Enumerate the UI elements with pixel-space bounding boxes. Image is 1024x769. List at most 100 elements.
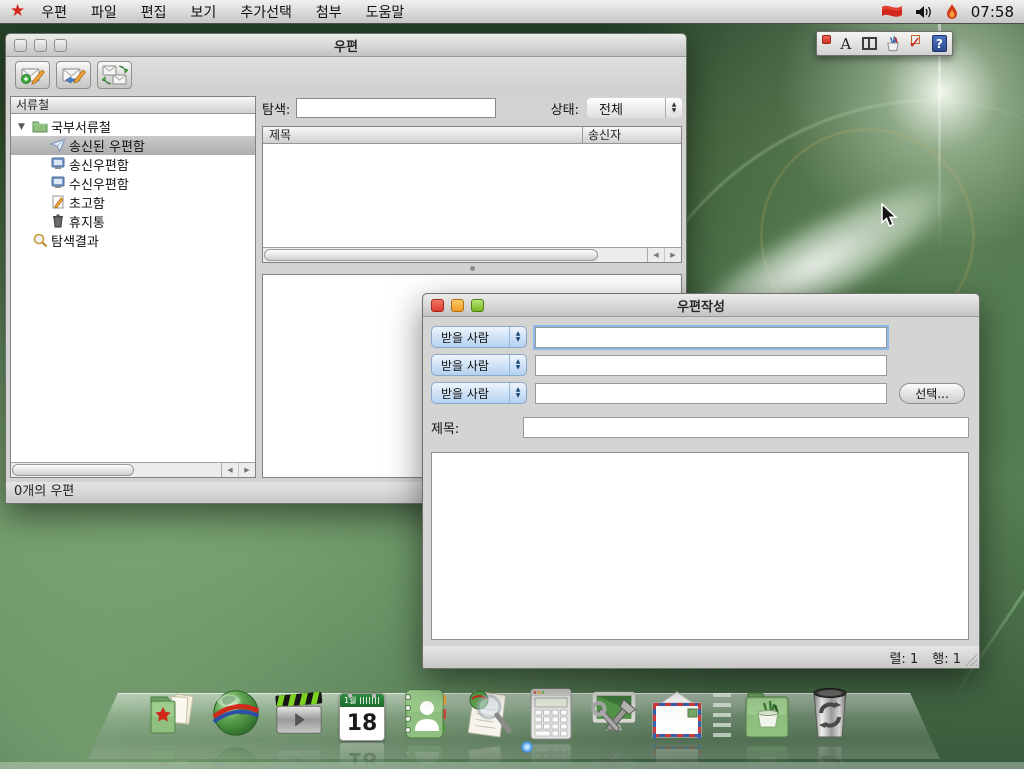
send-receive-button[interactable] — [97, 61, 132, 89]
subject-row: 제목: — [431, 416, 969, 438]
file-manager-icon[interactable] — [146, 685, 200, 741]
recipient-input-3[interactable] — [535, 383, 887, 404]
help-icon[interactable]: ? — [932, 35, 947, 52]
tree-item-label: 수신우편함 — [69, 174, 129, 193]
reply-mail-button[interactable] — [56, 61, 91, 89]
compose-body-textarea[interactable] — [431, 452, 969, 640]
recipient-type-value: 받을 사람 — [432, 357, 509, 374]
zoom-button[interactable] — [471, 299, 484, 312]
system-tray: 07:58 — [881, 3, 1014, 21]
sidebar-horizontal-scrollbar[interactable]: ◀ ▶ — [11, 462, 255, 477]
menu-help[interactable]: 도움말 — [366, 2, 405, 22]
dock-separator — [713, 693, 731, 741]
row-position: 행: 1 — [932, 648, 961, 667]
compose-mail-button[interactable] — [15, 61, 50, 89]
disclosure-triangle-icon[interactable]: ▼ — [18, 122, 32, 132]
popup-stepper-icon: ▲▼ — [665, 98, 682, 118]
menu-bar: ★ 우편 파일 편집 보기 추가선택 첨부 도움말 07:58 — [0, 0, 1024, 24]
subject-input[interactable] — [523, 417, 969, 438]
recipient-input-2[interactable] — [535, 355, 887, 376]
font-icon[interactable]: A — [838, 35, 854, 53]
red-star-menu-icon[interactable]: ★ — [10, 3, 25, 20]
tree-item-inbox[interactable]: 수신우편함 — [11, 174, 255, 193]
popup-stepper-icon: ▲▼ — [509, 383, 526, 403]
palette-close-button[interactable] — [822, 35, 831, 44]
tree-item-trash[interactable]: 휴지통 — [11, 212, 255, 231]
message-list: 제목 송신자 ◀ ▶ — [262, 126, 682, 263]
menu-attach[interactable]: 첨부 — [316, 2, 342, 22]
status-popup[interactable]: 전체 ▲▼ — [587, 98, 682, 118]
menu-options[interactable]: 추가선택 — [240, 2, 292, 22]
send-receive-icon — [102, 64, 128, 86]
calendar-day: 18 — [340, 707, 384, 740]
calculator-icon[interactable] — [524, 685, 578, 741]
menu-edit[interactable]: 편집 — [141, 2, 167, 22]
search-input[interactable] — [296, 98, 496, 118]
trash-icon[interactable] — [803, 685, 857, 741]
search-label: 탐색: — [262, 99, 290, 118]
recipient-type-popup[interactable]: 받을 사람 ▲▼ — [431, 382, 527, 404]
tree-item-local-folders[interactable]: ▼ 국부서류철 — [11, 117, 255, 136]
minimize-button[interactable] — [34, 39, 47, 52]
address-book-icon[interactable] — [398, 685, 452, 741]
recipient-input-1[interactable] — [535, 327, 887, 348]
select-recipient-button[interactable]: 선택... — [899, 383, 965, 404]
recipient-type-value: 받을 사람 — [432, 385, 509, 402]
calendar-icon[interactable]: 1월 18 — [335, 685, 389, 741]
menu-mail[interactable]: 우편 — [41, 2, 67, 22]
tools-palette-window: A ✓ ? — [816, 31, 953, 56]
close-button[interactable] — [431, 299, 444, 312]
column-position: 렬: 1 — [889, 648, 918, 667]
volume-icon[interactable] — [915, 5, 933, 19]
menu-view[interactable]: 보기 — [191, 2, 217, 22]
system-tools-icon[interactable] — [587, 685, 641, 741]
document-search-icon[interactable] — [461, 685, 515, 741]
message-list-body[interactable] — [263, 144, 681, 247]
tree-item-label: 국부서류철 — [51, 117, 111, 136]
recipient-type-popup[interactable]: 받을 사람 ▲▼ — [431, 326, 527, 348]
column-header-sender[interactable]: 송신자 — [583, 127, 681, 143]
mail-dock-icon[interactable] — [650, 685, 704, 741]
mail-titlebar[interactable]: 우편 — [6, 34, 686, 57]
utilities-icon[interactable] — [740, 685, 794, 741]
message-list-header: 제목 송신자 — [263, 127, 681, 144]
spellcheck-icon[interactable]: ✓ — [908, 35, 924, 53]
resize-grip[interactable] — [965, 654, 977, 666]
sidebar-header: 서류철 — [11, 97, 255, 114]
scroll-right-arrow[interactable]: ▶ — [238, 463, 255, 477]
tree-item-search-results[interactable]: 탐색결과 — [11, 231, 255, 250]
close-button[interactable] — [14, 39, 27, 52]
recipient-row-1: 받을 사람 ▲▼ — [431, 326, 969, 348]
compose-titlebar[interactable]: 우편작성 — [423, 294, 979, 317]
window-title: 우편작성 — [423, 296, 979, 315]
compose-form: 받을 사람 ▲▼ 받을 사람 ▲▼ 받을 사람 ▲▼ 선택... 제목: — [423, 316, 979, 646]
scrollbar-thumb[interactable] — [264, 249, 598, 261]
menu-file[interactable]: 파일 — [91, 2, 117, 22]
scroll-left-arrow[interactable]: ◀ — [222, 463, 238, 477]
clock: 07:58 — [971, 3, 1014, 21]
recipient-type-popup[interactable]: 받을 사람 ▲▼ — [431, 354, 527, 376]
flame-icon[interactable] — [945, 4, 959, 20]
compose-statusbar: 렬: 1 행: 1 — [423, 646, 979, 668]
tree-item-drafts[interactable]: 초고함 — [11, 193, 255, 212]
dock-icons: 1월 18 — [146, 685, 857, 741]
flag-icon[interactable] — [881, 4, 903, 19]
popup-stepper-icon: ▲▼ — [509, 355, 526, 375]
tree-item-label: 탐색결과 — [51, 231, 99, 250]
compose-window: 우편작성 받을 사람 ▲▼ 받을 사람 ▲▼ 받을 사람 ▲▼ 선택... — [422, 293, 980, 669]
web-browser-icon[interactable] — [209, 685, 263, 741]
list-horizontal-scrollbar[interactable]: ◀ ▶ — [263, 247, 681, 262]
media-player-icon[interactable] — [272, 685, 326, 741]
scroll-right-arrow[interactable]: ▶ — [664, 248, 681, 262]
tree-item-sent-mailbox[interactable]: 송신된 우편함 — [11, 136, 255, 155]
columns-icon[interactable] — [861, 35, 877, 53]
tree-item-outbox[interactable]: 송신우편함 — [11, 155, 255, 174]
zoom-button[interactable] — [54, 39, 67, 52]
inbox-icon — [50, 176, 66, 191]
pane-splitter[interactable] — [262, 263, 682, 274]
scroll-left-arrow[interactable]: ◀ — [648, 248, 664, 262]
column-header-subject[interactable]: 제목 — [263, 127, 583, 143]
pen-cup-icon[interactable] — [884, 35, 901, 53]
scrollbar-thumb[interactable] — [12, 464, 134, 476]
minimize-button[interactable] — [451, 299, 464, 312]
